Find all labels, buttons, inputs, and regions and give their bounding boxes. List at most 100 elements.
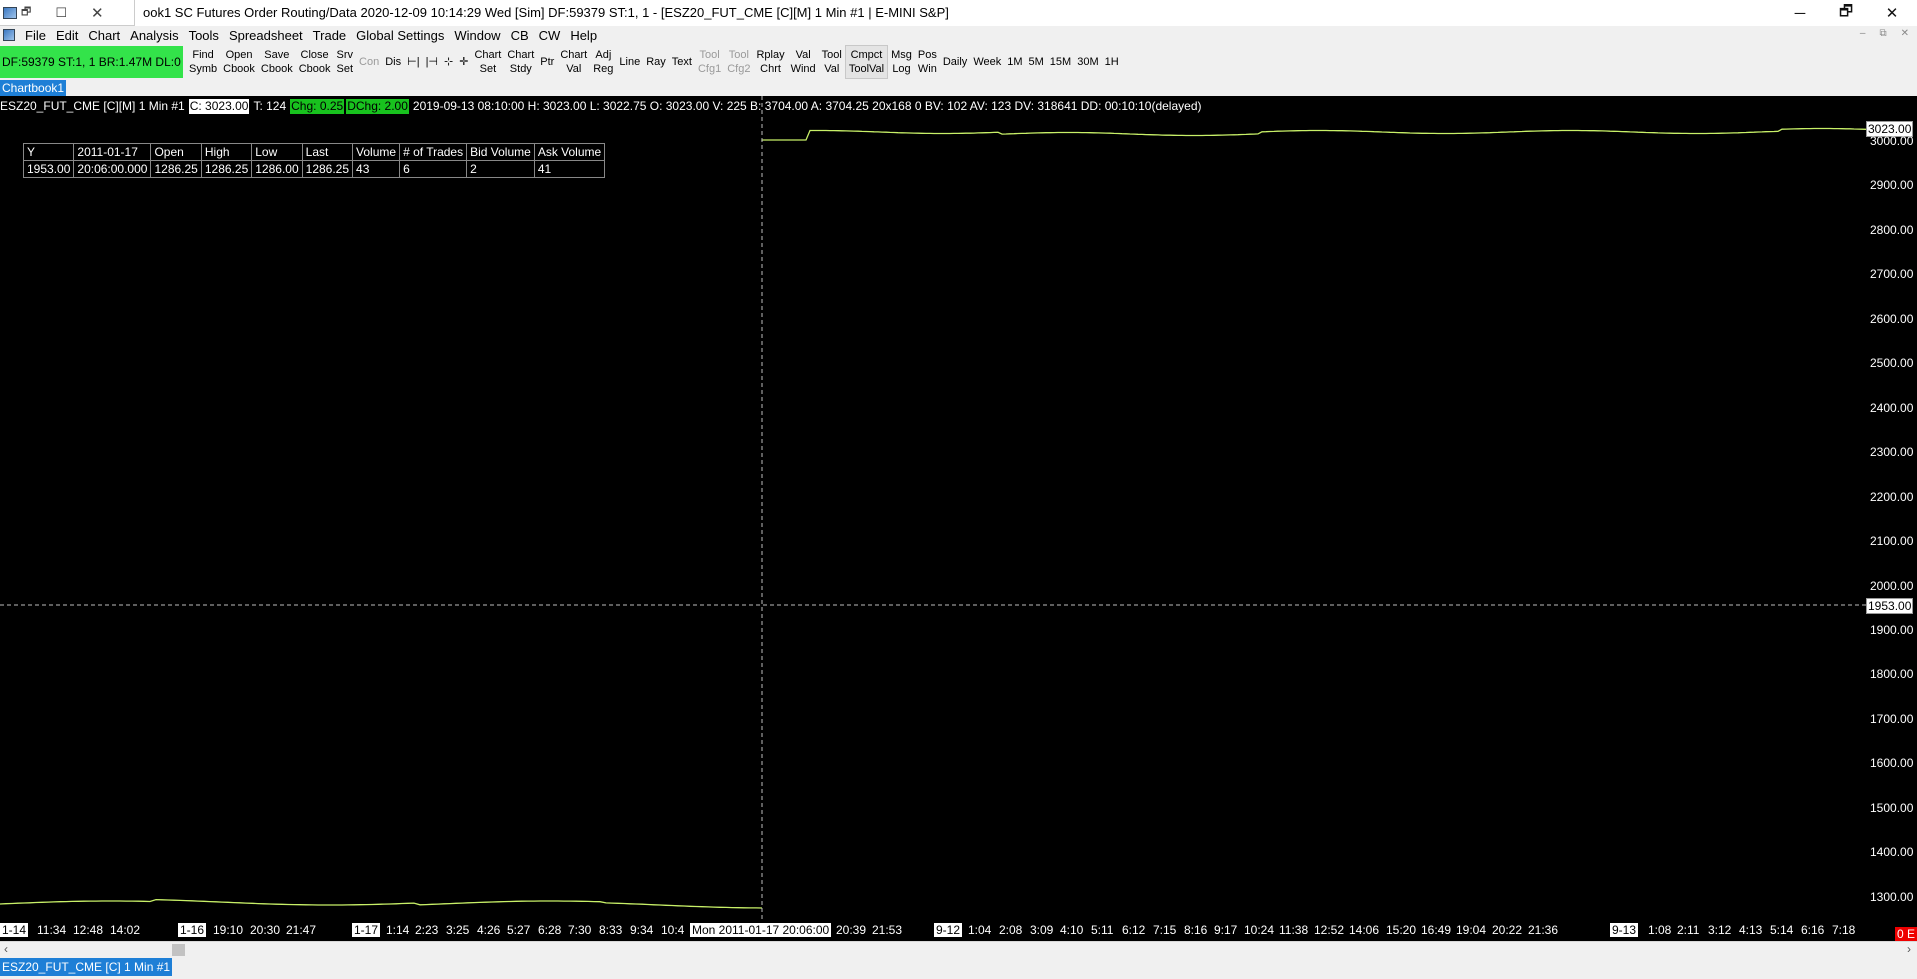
restore-button[interactable]: 🗗 xyxy=(1823,0,1869,26)
app-icon[interactable] xyxy=(3,29,15,41)
toolbar-val-wind-button[interactable]: Val Wind xyxy=(788,45,819,79)
toolbar-srv-set-button[interactable]: Srv Set xyxy=(334,45,357,79)
toolbar-1h-button[interactable]: 1H xyxy=(1102,45,1122,79)
time-label: 9:34 xyxy=(630,923,654,937)
table-cell: 1286.25 xyxy=(301,160,354,178)
toolbar-1m-button[interactable]: 1M xyxy=(1004,45,1025,79)
restore-icon[interactable]: 🗗 xyxy=(21,3,31,22)
table-cell: 1953.00 xyxy=(22,160,75,178)
toolbar-save-cbook-button[interactable]: Save Cbook xyxy=(258,45,296,79)
toolbar-button-label: Chart xyxy=(474,49,502,61)
scroll-thumb[interactable] xyxy=(172,944,185,956)
horizontal-scrollbar[interactable]: ‹ › xyxy=(0,941,1917,957)
menu-trade[interactable]: Trade xyxy=(308,28,351,43)
toolbar-tool-cfg1-button[interactable]: Tool Cfg1 xyxy=(695,45,724,79)
chart-area[interactable]: ESZ20_FUT_CME [C][M] 1 Min #1 C: 3023.00… xyxy=(0,96,1917,941)
tab-chart-esz20[interactable]: ESZ20_FUT_CME [C] 1 Min #1 xyxy=(0,958,173,976)
toolbar-30m-button[interactable]: 30M xyxy=(1074,45,1101,79)
toolbar-button-label: Val xyxy=(824,63,840,75)
price-label: 2100.00 xyxy=(1870,534,1914,549)
toolbar-button-label: Ray xyxy=(646,56,666,68)
table-row: 1953.00 20:06:00.000 1286.25 1286.25 1286.00… xyxy=(22,160,606,178)
menu-tools[interactable]: Tools xyxy=(184,28,224,43)
time-label: 10:24 xyxy=(1244,923,1275,937)
minimize-button[interactable]: ─ xyxy=(1777,0,1823,26)
menu-cb[interactable]: CB xyxy=(506,28,534,43)
price-plot[interactable] xyxy=(0,96,1866,941)
toolbar-button-label: Val xyxy=(795,49,811,61)
time-label: 16:49 xyxy=(1421,923,1452,937)
time-axis[interactable]: 1-14 11:34 12:48 14:02 1-16 19:10 20:30 21:47 1-… xyxy=(0,922,1866,941)
toolbar-chart-stdy-button[interactable]: Chart Stdy xyxy=(504,45,537,79)
tab-chartbook1[interactable]: Chartbook1 xyxy=(0,80,67,96)
menu-global-settings[interactable]: Global Settings xyxy=(351,28,449,43)
toolbar-chart-set-button[interactable]: Chart Set xyxy=(471,45,504,79)
menu-chart[interactable]: Chart xyxy=(83,28,125,43)
menu-analysis[interactable]: Analysis xyxy=(125,28,183,43)
toolbar-tool-cfg2-button[interactable]: Tool Cfg2 xyxy=(724,45,753,79)
toolbar-cmpct-toolval-button[interactable]: Cmpct ToolVal xyxy=(844,45,889,79)
toolbar-chart-val-button[interactable]: Chart Val xyxy=(557,45,590,79)
mdi-minimize-icon[interactable]: – xyxy=(1860,28,1866,39)
scroll-left-icon[interactable]: ‹ xyxy=(4,942,8,956)
menu-window[interactable]: Window xyxy=(449,28,505,43)
maximize-icon[interactable]: ☐ xyxy=(55,5,67,21)
time-label: 2:08 xyxy=(999,923,1023,937)
toolbar-button-label: ToolVal xyxy=(848,63,885,75)
time-date-marker: Mon 2011-01-17 20:06:00 xyxy=(690,923,832,937)
minimized-window[interactable]: 🗗 ☐ ✕ xyxy=(0,0,135,26)
toolbar-ray-button[interactable]: Ray xyxy=(643,45,669,79)
menu-edit[interactable]: Edit xyxy=(51,28,83,43)
toolbar-line-button[interactable]: Line xyxy=(616,45,643,79)
price-scale[interactable]: 3023.00 1953.00 0 E 3000.00 2900.00 2800.0… xyxy=(1866,96,1917,941)
menu-help[interactable]: Help xyxy=(565,28,602,43)
restore-icon: 🗗 xyxy=(1838,2,1854,20)
toolbar-close-cbook-button[interactable]: Close Cbook xyxy=(296,45,334,79)
toolbar-button-label: Cfg2 xyxy=(727,63,751,75)
time-label: 12:52 xyxy=(1314,923,1345,937)
menu-file[interactable]: File xyxy=(20,28,51,43)
close-icon[interactable]: ✕ xyxy=(91,4,104,22)
connection-status[interactable]: DF:59379 ST:1, 1 BR:1.47M DL:0 xyxy=(0,46,183,78)
price-label: 1700.00 xyxy=(1870,711,1914,726)
menu-cw[interactable]: CW xyxy=(534,28,566,43)
toolbar-tool-9-button[interactable]: ⊹ xyxy=(441,45,456,79)
menu-spreadsheet[interactable]: Spreadsheet xyxy=(224,28,308,43)
table-cell: 1286.00 xyxy=(251,160,303,178)
price-label: 2500.00 xyxy=(1870,356,1914,371)
mdi-restore-icon[interactable]: ⧉ xyxy=(1879,28,1886,39)
toolbar-tool-8-button[interactable]: |⊣ xyxy=(423,45,441,79)
toolbar-text-button[interactable]: Text xyxy=(669,45,695,79)
time-label: 1:04 xyxy=(968,923,992,937)
toolbar-dis-button[interactable]: Dis xyxy=(382,45,404,79)
toolbar-adj-reg-button[interactable]: Adj Reg xyxy=(590,45,616,79)
close-button[interactable]: ✕ xyxy=(1869,0,1915,26)
toolbar-con-button[interactable]: Con xyxy=(356,45,382,79)
toolbar-button-label: Wind xyxy=(790,63,816,75)
time-label: 19:10 xyxy=(213,923,244,937)
toolbar-msg-log-button[interactable]: Msg Log xyxy=(888,45,915,79)
toolbar-ptr-button[interactable]: Ptr xyxy=(537,45,557,79)
toolbar-5m-button[interactable]: 5M xyxy=(1026,45,1047,79)
minimize-icon: ─ xyxy=(1794,4,1806,22)
toolbar-week-button[interactable]: Week xyxy=(970,45,1004,79)
toolbar-tool-7-button[interactable]: ⊢| xyxy=(404,45,422,79)
time-label: 15:20 xyxy=(1386,923,1417,937)
time-label: 3:12 xyxy=(1708,923,1732,937)
toolbar-tool-val-button[interactable]: Tool Val xyxy=(819,45,845,79)
toolbar-tool-10-button[interactable]: ✛ xyxy=(456,45,471,79)
time-label: 19:04 xyxy=(1456,923,1487,937)
scroll-right-icon[interactable]: › xyxy=(1907,942,1911,956)
time-label: 20:22 xyxy=(1492,923,1523,937)
toolbar-pos-win-button[interactable]: Pos Win xyxy=(915,45,940,79)
toolbar-daily-button[interactable]: Daily xyxy=(940,45,970,79)
toolbar-rplay-chrt-button[interactable]: Rplay Chrt xyxy=(753,45,787,79)
toolbar-15m-button[interactable]: 15M xyxy=(1047,45,1074,79)
toolbar-open-cbook-button[interactable]: Open Cbook xyxy=(220,45,258,79)
time-label: 14:02 xyxy=(110,923,141,937)
table-cell: 1286.25 xyxy=(200,160,253,178)
title-bar: 🗗 ☐ ✕ ook1 SC Futures Order Routing/Data… xyxy=(0,0,1917,26)
mdi-close-icon[interactable]: ✕ xyxy=(1901,28,1909,39)
toolbar-find-symb-button[interactable]: Find Symb xyxy=(186,45,220,79)
toolbar-button-label: Msg xyxy=(891,49,912,61)
